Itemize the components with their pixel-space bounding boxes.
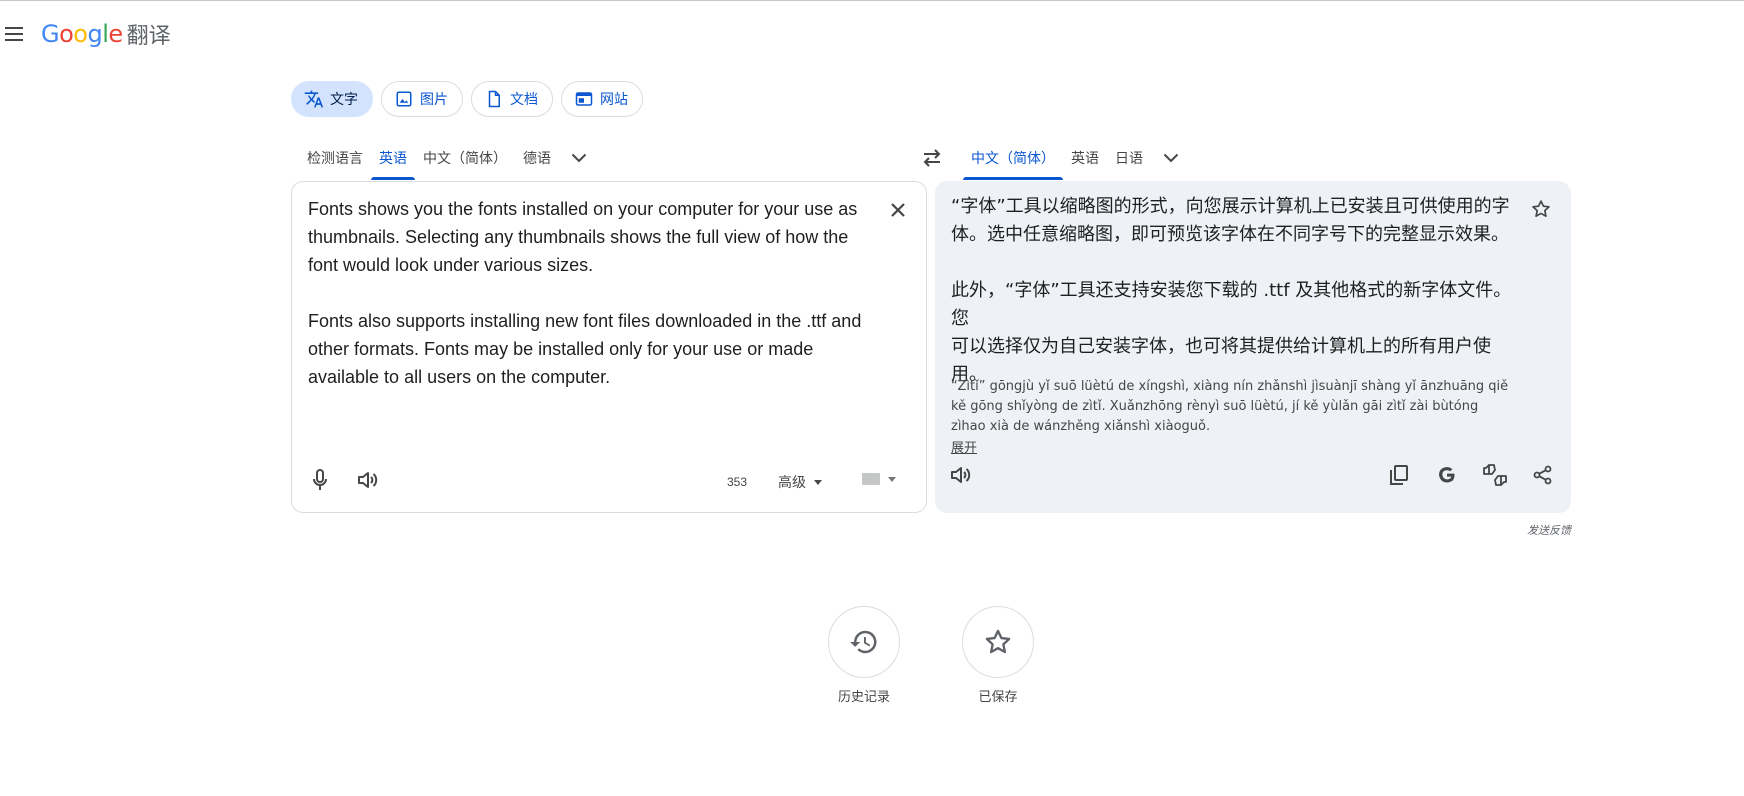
target-lang-english[interactable]: 英语 (1063, 138, 1107, 178)
header: Google 翻译 (0, 14, 400, 54)
mode-document-button[interactable]: 文档 (471, 81, 553, 117)
clear-source-button[interactable] (882, 194, 914, 226)
source-footer: 353 高级 (292, 452, 926, 512)
saved-label: 已保存 (978, 690, 1018, 705)
history-button[interactable] (828, 606, 900, 678)
google-translate-logo[interactable]: Google 翻译 (41, 18, 171, 50)
send-feedback-link[interactable]: 发送反馈 (1500, 522, 1571, 538)
document-icon (484, 89, 504, 109)
google-g-icon (1439, 467, 1455, 483)
source-lang-english[interactable]: 英语 (371, 138, 415, 180)
mode-website-button[interactable]: 网站 (561, 81, 643, 117)
logo-letter: e (108, 19, 123, 48)
expand-transliteration-link[interactable]: 展开 (951, 437, 977, 456)
source-more-languages-button[interactable] (559, 138, 599, 178)
mode-label: 文字 (330, 92, 358, 108)
speaker-icon (951, 467, 971, 483)
listen-source-button[interactable] (350, 462, 386, 498)
transliteration-text: “Zìtǐ” gōngjù yǐ suō lüètú de xíngshì, x… (951, 379, 1509, 434)
image-icon (394, 89, 414, 109)
source-lang-german[interactable]: 德语 (515, 138, 559, 178)
voice-input-button[interactable] (302, 462, 338, 498)
mode-label: 文档 (510, 92, 538, 108)
character-count: 353 (727, 475, 748, 489)
main-menu-button[interactable] (0, 20, 28, 48)
target-language-bar: 中文（简体） 英语 日语 (963, 138, 1191, 180)
swap-languages-button[interactable] (916, 142, 948, 174)
logo-letter: o (59, 19, 74, 48)
hamburger-menu-icon (5, 27, 23, 41)
advanced-options-button[interactable]: 高级 (778, 470, 822, 494)
microphone-icon (313, 469, 327, 490)
history-label: 历史记录 (837, 690, 890, 705)
mode-label: 网站 (600, 92, 628, 108)
speaker-icon (358, 472, 378, 488)
history-icon (850, 630, 877, 654)
copy-icon (1390, 465, 1408, 485)
chevron-down-icon (571, 153, 587, 163)
listen-translation-button[interactable] (943, 457, 979, 493)
mode-label: 图片 (420, 92, 448, 108)
translate-icon (304, 89, 324, 109)
share-icon (1533, 465, 1552, 485)
keyboard-icon (862, 473, 880, 485)
source-panel: Fonts shows you the fonts installed on y… (291, 181, 927, 513)
mode-tabs: 文字 图片 文档 网站 (291, 81, 643, 117)
saved-button-group: 已保存 (962, 606, 1034, 705)
share-translation-button[interactable] (1525, 457, 1561, 493)
logo-letter: G (41, 19, 60, 48)
translation-output: “字体”工具以缩略图的形式，向您展示计算机上已安装且可供使用的字 体。选中任意缩… (951, 196, 1512, 385)
save-translation-button[interactable] (1525, 193, 1557, 225)
star-outline-icon (1532, 200, 1550, 217)
close-icon (891, 203, 905, 217)
saved-button[interactable] (962, 606, 1034, 678)
input-tools-button[interactable] (862, 473, 896, 485)
copy-translation-button[interactable] (1381, 457, 1417, 493)
target-panel: “字体”工具以缩略图的形式，向您展示计算机上已安装且可供使用的字 体。选中任意缩… (935, 181, 1571, 513)
caret-down-icon (814, 479, 822, 485)
target-lang-japanese[interactable]: 日语 (1107, 138, 1151, 178)
history-button-group: 历史记录 (828, 606, 900, 705)
source-lang-chinese-simplified[interactable]: 中文（简体） (415, 138, 515, 178)
logo-letter: o (73, 19, 88, 48)
thumbs-up-down-icon (1483, 464, 1507, 486)
top-divider (0, 0, 1744, 1)
swap-icon (923, 149, 941, 167)
google-logo: Google (41, 20, 123, 49)
target-lang-chinese-simplified[interactable]: 中文（简体） (963, 138, 1063, 180)
logo-letter: g (87, 19, 103, 48)
target-more-languages-button[interactable] (1151, 138, 1191, 178)
caret-down-icon (888, 476, 896, 482)
chevron-down-icon (1163, 153, 1179, 163)
source-text-input[interactable]: Fonts shows you the fonts installed on y… (308, 195, 868, 391)
product-name: 翻译 (126, 24, 171, 49)
rate-translation-button[interactable] (1477, 457, 1513, 493)
source-lang-detect[interactable]: 检测语言 (299, 138, 371, 178)
mode-image-button[interactable]: 图片 (381, 81, 463, 117)
website-icon (574, 89, 594, 109)
star-icon (985, 629, 1011, 654)
mode-text-button[interactable]: 文字 (291, 81, 373, 117)
advanced-label: 高级 (778, 475, 806, 491)
source-language-bar: 检测语言 英语 中文（简体） 德语 (299, 138, 599, 180)
google-search-button[interactable] (1429, 457, 1465, 493)
